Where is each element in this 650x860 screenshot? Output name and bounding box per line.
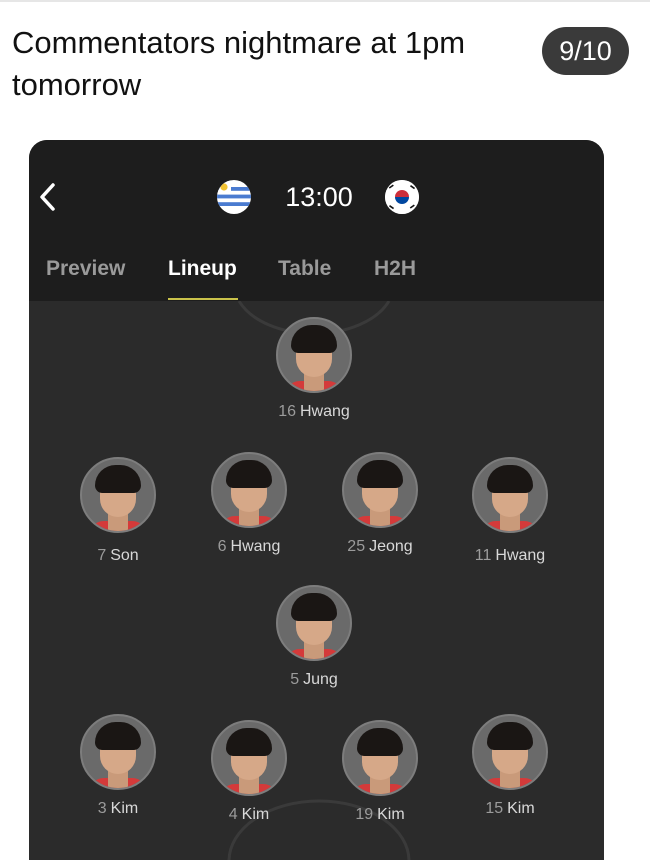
player-name: Kim — [377, 806, 405, 823]
lineup-pitch: 16 Hwang 7 Son 6 Hwang 25 Jeong 11 Hwang 5 Jun… — [29, 301, 604, 860]
player-card[interactable]: 11 Hwang — [450, 457, 570, 565]
player-number: 7 — [97, 547, 107, 564]
tab-preview[interactable]: Preview — [46, 256, 125, 284]
player-number: 6 — [217, 538, 227, 555]
player-avatar — [276, 317, 352, 393]
post-text: Commentators nightmare at 1pm tomorrow — [12, 25, 466, 102]
player-number: 11 — [474, 547, 492, 564]
player-number: 15 — [485, 800, 504, 817]
player-number: 5 — [290, 671, 300, 688]
active-tab-indicator — [168, 298, 238, 300]
player-avatar — [211, 720, 287, 796]
player-name: Hwang — [230, 538, 281, 555]
player-name: Jeong — [369, 538, 413, 555]
player-avatar — [80, 457, 156, 533]
player-avatar — [276, 585, 352, 661]
player-avatar — [472, 714, 548, 790]
player-card[interactable]: 5 Jung — [254, 585, 374, 689]
back-arrow-icon[interactable] — [35, 180, 61, 214]
top-divider — [0, 0, 650, 2]
player-number: 4 — [228, 806, 238, 823]
tab-lineup[interactable]: Lineup — [168, 256, 237, 284]
player-avatar — [472, 457, 548, 533]
player-avatar — [342, 452, 418, 528]
player-name: Kim — [241, 806, 270, 823]
player-avatar — [211, 452, 287, 528]
player-number: 25 — [347, 538, 366, 555]
player-card[interactable]: 4 Kim — [189, 720, 309, 824]
match-header: 13:00 Preview Lineup Table H2H — [29, 140, 604, 301]
app-screenshot: 13:00 Preview Lineup Table H2H 16Hwang — [29, 140, 604, 860]
player-card[interactable]: 7 Son — [58, 457, 178, 565]
player-number: 3 — [97, 800, 107, 817]
player-avatar — [80, 714, 156, 790]
player-card[interactable]: 3 Kim — [58, 714, 178, 818]
image-counter-badge: 9/10 — [542, 27, 629, 75]
player-number: 19 — [355, 806, 374, 823]
player-name: Son — [110, 547, 139, 564]
player-card[interactable]: 6 Hwang — [189, 452, 309, 556]
player-number: 16 — [278, 403, 296, 420]
player-name: Jung — [303, 671, 338, 688]
player-card[interactable]: 16 Hwang — [254, 317, 374, 421]
south-korea-flag-icon — [385, 180, 419, 214]
tab-table[interactable]: Table — [278, 256, 331, 284]
tab-h2h[interactable]: H2H — [374, 256, 416, 284]
player-card[interactable]: 15 Kim — [450, 714, 570, 818]
player-name: Kim — [110, 800, 139, 817]
uruguay-flag-icon — [217, 180, 251, 214]
player-name: Kim — [507, 800, 535, 817]
player-card[interactable]: 19 Kim — [320, 720, 440, 824]
player-avatar — [342, 720, 418, 796]
player-name: Hwang — [299, 403, 350, 420]
player-name: Hwang — [495, 547, 546, 564]
match-time: 13:00 — [285, 182, 353, 212]
player-card[interactable]: 25 Jeong — [320, 452, 440, 556]
